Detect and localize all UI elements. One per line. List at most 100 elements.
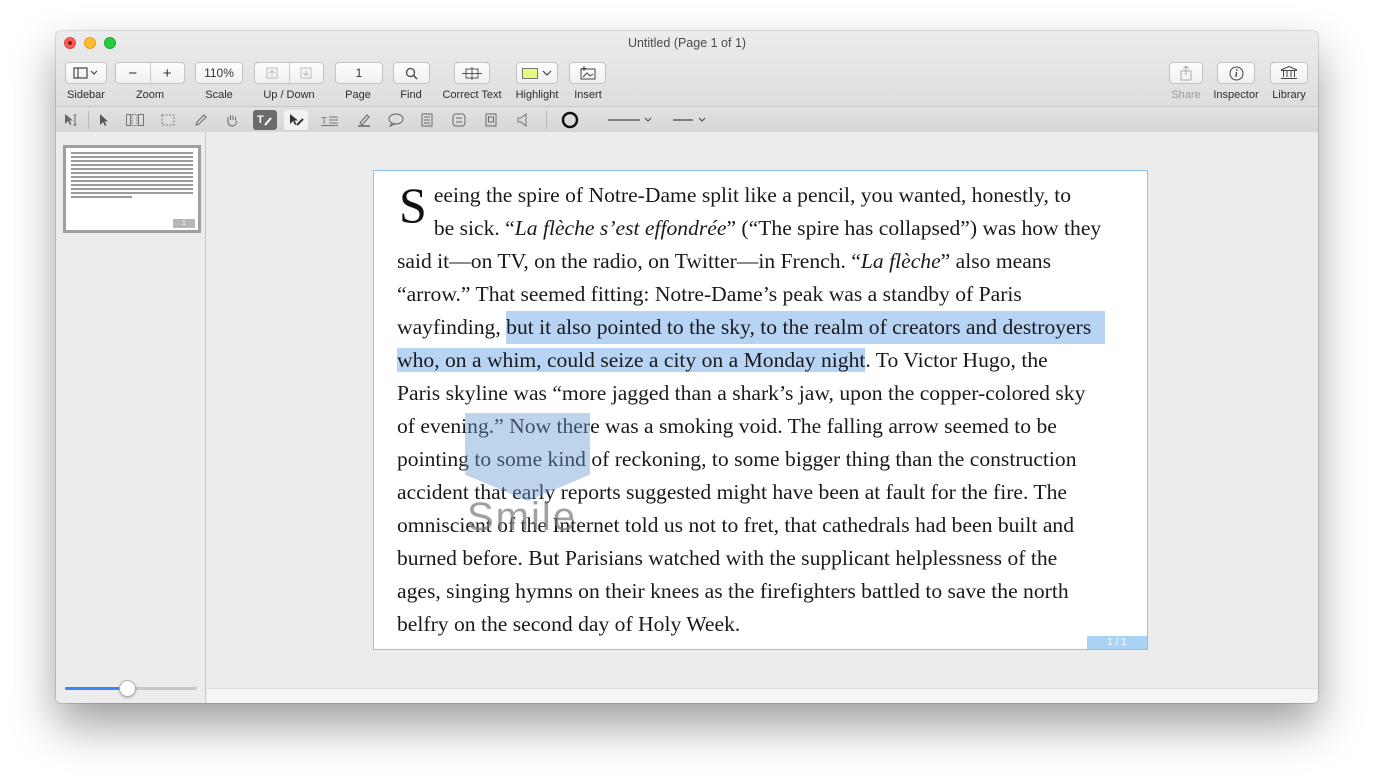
stamp-icon: [485, 113, 497, 127]
speech-note-tool[interactable]: [384, 110, 408, 130]
drop-cap: S: [399, 177, 427, 233]
text-line-1: eeing the spire of Notre-Dame split like…: [433, 183, 1072, 207]
page-thumbnail[interactable]: 1: [63, 145, 201, 233]
note-tool[interactable]: [415, 110, 439, 130]
page-up-button[interactable]: [255, 63, 289, 83]
line-style-icon: [673, 117, 706, 122]
speaker-icon: [517, 113, 527, 127]
erase-text-tool[interactable]: [284, 110, 308, 130]
library-icon: [1280, 66, 1298, 79]
library-label: Library: [1272, 89, 1306, 101]
italic-french-quote: La flèche s’est effondrée: [514, 216, 727, 240]
sound-tool[interactable]: [511, 110, 535, 130]
info-icon: [1229, 66, 1243, 80]
arrow-down-icon: [300, 67, 312, 79]
text-line-12: burned before. But Parisians watched wit…: [397, 546, 1058, 570]
library-button[interactable]: [1270, 62, 1308, 84]
text-box-tool[interactable]: T: [318, 110, 342, 130]
text-cursor-arrow-icon: [65, 114, 77, 126]
text-line-2: be sick. “La flèche s’est effondrée” (“T…: [433, 216, 1102, 240]
text-line-10: accident that early reports suggested mi…: [397, 480, 1067, 504]
svg-text:T: T: [257, 114, 264, 126]
zoom-in-button[interactable]: +: [149, 63, 185, 83]
text-line-8: of evening.” Now there was a smoking voi…: [397, 414, 1057, 438]
pencil-tool[interactable]: [189, 110, 213, 130]
hand-tool[interactable]: [220, 110, 244, 130]
insert-button[interactable]: [569, 62, 606, 84]
highlighted-text-2[interactable]: who, on a whim, could seize a city on a …: [397, 348, 866, 372]
form-icon: [452, 113, 466, 127]
highlighted-text-1[interactable]: but it also pointed to the sky, to the r…: [506, 311, 1106, 344]
thumbnail-sidebar: 1: [56, 132, 206, 703]
circle-stroke-icon: [561, 111, 579, 129]
scale-label: Scale: [205, 89, 233, 101]
text-line-5: wayfinding, but it also pointed to the s…: [397, 311, 1157, 344]
marquee-icon: [161, 114, 175, 126]
highlight-button[interactable]: [516, 62, 558, 84]
horizontal-scroll-area[interactable]: [207, 688, 1318, 703]
inspector-button[interactable]: [1217, 62, 1255, 84]
document-page[interactable]: S eeing the spire of Notre-Dame split li…: [373, 170, 1148, 650]
page-number-badge: 1 / 1: [1087, 636, 1147, 649]
form-field-tool[interactable]: [447, 110, 471, 130]
find-button[interactable]: [393, 62, 430, 84]
zoom-out-button[interactable]: −: [116, 63, 150, 83]
highlighter-tool[interactable]: [352, 110, 376, 130]
updown-label: Up / Down: [263, 89, 315, 101]
speech-bubble-icon: [388, 113, 404, 127]
share-label: Share: [1171, 89, 1201, 101]
sidebar-toggle-button[interactable]: [65, 62, 107, 84]
text-box-icon: T: [321, 116, 338, 126]
arrow-pointer-icon: [100, 114, 108, 126]
text-line-7: Paris skyline was “more jagged than a sh…: [397, 381, 1086, 405]
stamp-tool[interactable]: [479, 110, 503, 130]
annotation-toolbar: T T: [56, 106, 1318, 132]
highlight-color-swatch: [522, 67, 538, 79]
page-down-button[interactable]: [288, 63, 324, 83]
page-body-text[interactable]: S eeing the spire of Notre-Dame split li…: [397, 179, 1157, 641]
cursor-eraser-icon: [290, 114, 304, 126]
correct-text-button[interactable]: [454, 62, 490, 84]
italic-la-fleche: La flèche: [860, 249, 941, 273]
thumbnail-size-slider-fill: [65, 687, 128, 690]
insert-label: Insert: [574, 89, 602, 101]
share-button[interactable]: [1169, 62, 1203, 84]
text-select-tool[interactable]: [60, 110, 84, 130]
svg-text:T: T: [321, 116, 327, 126]
chevron-down-icon: [542, 70, 552, 76]
zoom-control: − +: [115, 62, 185, 84]
text-line-4: “arrow.” That seemed fitting: Notre-Dame…: [397, 282, 1022, 306]
ocr-tool[interactable]: [123, 110, 147, 130]
rectangle-select-tool[interactable]: [156, 110, 180, 130]
page-number-field[interactable]: 1: [335, 62, 383, 84]
up-down-control: [254, 62, 324, 84]
text-pencil-icon: T: [257, 114, 272, 126]
line-style-picker[interactable]: [670, 110, 710, 130]
window-title: Untitled (Page 1 of 1): [627, 36, 747, 50]
scale-field[interactable]: 110%: [195, 62, 243, 84]
hand-icon: [227, 115, 237, 127]
thumbnail-page-number: 1: [173, 219, 195, 228]
zoom-label: Zoom: [135, 89, 165, 101]
correct-text-label: Correct Text: [442, 89, 502, 101]
inspector-label: Inspector: [1213, 89, 1259, 101]
highlighter-icon: [358, 114, 370, 127]
insert-image-icon: [580, 66, 595, 80]
text-line-13: ages, singing hymns on their knees as th…: [397, 579, 1069, 603]
thumbnail-text-lines: [71, 152, 193, 200]
share-icon: [1180, 65, 1192, 80]
thumbnail-size-slider-knob[interactable]: [119, 680, 137, 697]
page-label: Page: [345, 89, 371, 101]
add-text-tool[interactable]: T: [253, 110, 277, 130]
sidebar-icon: [73, 67, 98, 79]
text-line-11: omniscient of the Internet told us not t…: [397, 513, 1075, 537]
stroke-color-picker[interactable]: [558, 110, 582, 130]
find-label: Find: [400, 89, 422, 101]
pointer-tool[interactable]: [92, 110, 116, 130]
magnifier-icon: [405, 67, 418, 79]
line-weight-icon: [608, 117, 652, 122]
note-icon: [421, 113, 433, 127]
highlight-label: Highlight: [515, 89, 559, 101]
line-width-picker[interactable]: [604, 110, 656, 130]
sidebar-label: Sidebar: [67, 89, 105, 101]
